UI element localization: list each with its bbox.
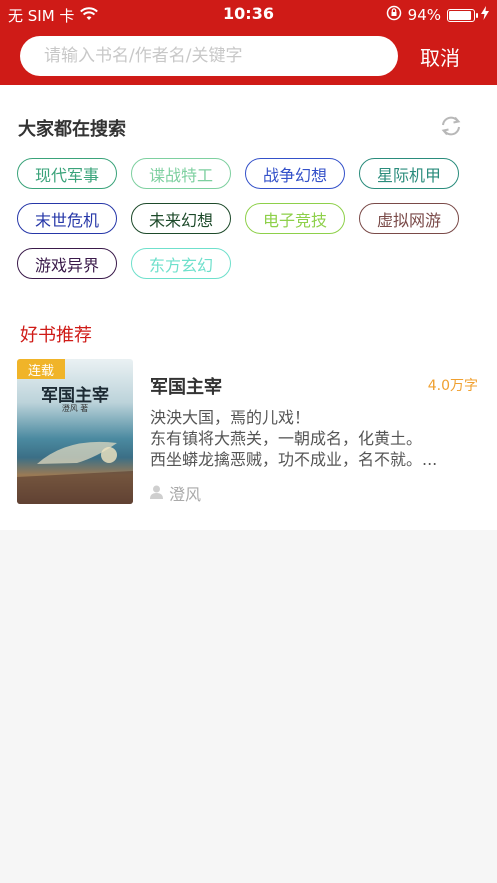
header: 无 SIM 卡 10:36 94% 取消 [0, 0, 497, 85]
hot-tag[interactable]: 末世危机 [17, 203, 117, 234]
hot-tag[interactable]: 谍战特工 [131, 158, 231, 189]
serial-badge: 连载 [17, 359, 65, 379]
search-box[interactable] [20, 36, 398, 76]
author-name: 澄风 [169, 485, 202, 504]
search-input[interactable] [44, 36, 384, 76]
desc-line: 西坐蟒龙擒恶贼，功不成业，名不就。... [150, 450, 438, 469]
hot-tag[interactable]: 现代军事 [17, 158, 117, 189]
charging-icon [481, 6, 489, 24]
status-bar: 无 SIM 卡 10:36 94% [0, 0, 497, 28]
hot-tag[interactable]: 电子竞技 [245, 203, 345, 234]
hot-search-title: 大家都在搜索 [18, 119, 126, 140]
recommend-title: 好书推荐 [20, 325, 92, 346]
cancel-button[interactable]: 取消 [420, 42, 460, 71]
book-author: 澄风 [150, 481, 201, 505]
book-description: 泱泱大国，焉的儿戏！ 东有镇将大燕关，一朝成名，化黄土。 西坐蟒龙擒恶贼，功不成… [150, 407, 480, 470]
rotation-lock-icon [386, 5, 402, 25]
hot-tag[interactable]: 虚拟网游 [359, 203, 459, 234]
book-item[interactable]: 连载 军国主宰 澄风 著 军国主宰 4.0万字 泱泱大国，焉的儿戏！ 东有镇将大… [17, 359, 487, 507]
book-title: 军国主宰 [150, 377, 222, 398]
desc-line: 泱泱大国，焉的儿戏！ [150, 408, 311, 427]
battery-percent: 94% [407, 6, 441, 24]
hot-tag[interactable]: 东方玄幻 [131, 248, 231, 279]
word-count: 4.0万字 [427, 378, 478, 394]
battery-icon [447, 8, 478, 22]
main-content: 大家都在搜索 现代军事 谍战特工 战争幻想 星际机甲末世危机 未来幻想 电子竞技 虚拟网游游… [0, 85, 497, 530]
book-cover: 连载 军国主宰 澄风 著 [17, 359, 133, 504]
hot-tag[interactable]: 未来幻想 [131, 203, 231, 234]
user-icon [150, 484, 163, 503]
desc-line: 东有镇将大燕关，一朝成名，化黄土。 [150, 429, 423, 448]
hot-tag[interactable]: 游戏异界 [17, 248, 117, 279]
cover-author: 澄风 著 [61, 404, 89, 413]
hot-tag[interactable]: 战争幻想 [245, 158, 345, 189]
refresh-icon[interactable] [438, 113, 464, 139]
hot-tag[interactable]: 星际机甲 [359, 158, 459, 189]
